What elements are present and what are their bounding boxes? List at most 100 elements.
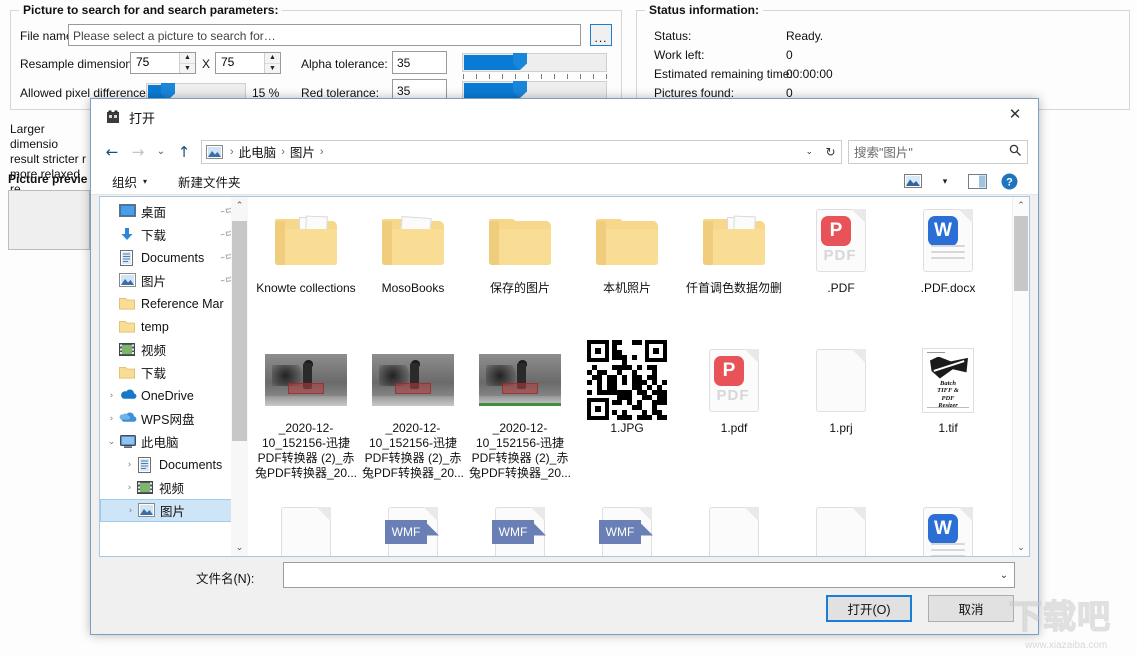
- file-list-scrollbar[interactable]: ⌃ ⌄: [1012, 197, 1029, 556]
- spin-down-icon[interactable]: ▼: [180, 64, 195, 74]
- scroll-down-icon[interactable]: ⌄: [1013, 539, 1029, 556]
- desktop-icon: [119, 204, 137, 220]
- sidebar-item-label: 桌面: [141, 202, 166, 221]
- file-thumbnail: WMF: [573, 497, 681, 556]
- word-file-icon: W: [923, 209, 973, 272]
- file-name-input[interactable]: Please select a picture to search for…: [68, 24, 581, 46]
- forward-button[interactable]: →: [125, 139, 151, 165]
- file-grid-item[interactable]: 1.JPG: [573, 339, 681, 436]
- file-grid-item[interactable]: 本机照片: [573, 199, 681, 296]
- app-icon: [105, 109, 121, 125]
- spin-down-icon[interactable]: ▼: [265, 64, 280, 74]
- sidebar-item[interactable]: 下载: [100, 223, 248, 246]
- breadcrumb-dropdown-icon[interactable]: ⌄: [805, 146, 816, 157]
- cancel-button[interactable]: 取消: [928, 595, 1014, 622]
- sidebar-item[interactable]: › 图片: [100, 499, 248, 522]
- search-icon[interactable]: [1009, 144, 1022, 160]
- file-grid-item[interactable]: _2020-12-10_152156-迅捷PDF转换器 (2)_赤兔PDF转换器…: [466, 339, 574, 481]
- sidebar-item[interactable]: ›视频: [100, 476, 248, 499]
- up-button[interactable]: ↑: [171, 139, 197, 165]
- file-grid-item[interactable]: WMF: [573, 497, 681, 556]
- scroll-up-icon[interactable]: ⌃: [1013, 197, 1029, 214]
- blank-file-icon: [816, 507, 866, 557]
- file-name-label: .PDF: [787, 281, 895, 296]
- breadcrumb-separator[interactable]: ›: [315, 146, 329, 158]
- file-name-label: _2020-12-10_152156-迅捷PDF转换器 (2)_赤兔PDF转换器…: [359, 421, 467, 481]
- search-input[interactable]: 搜索"图片": [848, 140, 1028, 164]
- file-grid-item[interactable]: 仟首调色数据勿删: [680, 199, 788, 296]
- file-grid-item[interactable]: BatchTIFF &PDFResizer1.tif: [894, 339, 1002, 436]
- file-grid-item[interactable]: [252, 497, 360, 556]
- refresh-button[interactable]: ↻: [820, 140, 842, 164]
- sidebar-item[interactable]: 视频: [100, 338, 248, 361]
- chevron-right-icon[interactable]: ›: [104, 391, 119, 401]
- resample-height-arrows[interactable]: ▲▼: [264, 53, 280, 73]
- chevron-right-icon[interactable]: ›: [122, 460, 137, 470]
- alpha-tolerance-input[interactable]: 35: [392, 51, 447, 74]
- file-grid-item[interactable]: PPDF1.pdf: [680, 339, 788, 436]
- sidebar-item[interactable]: ›OneDrive: [100, 384, 248, 407]
- breadcrumb-item-pictures[interactable]: 图片: [290, 142, 315, 161]
- breadcrumb-item-thispc[interactable]: 此电脑: [239, 142, 277, 161]
- chevron-down-icon[interactable]: ⌄: [994, 570, 1014, 581]
- chevron-right-icon[interactable]: ›: [122, 483, 137, 493]
- file-grid-item[interactable]: PPDF.PDF: [787, 199, 895, 296]
- close-icon[interactable]: ✕: [992, 99, 1038, 129]
- preview-pane-icon[interactable]: [962, 170, 992, 192]
- resample-width-arrows[interactable]: ▲▼: [179, 53, 195, 73]
- file-grid-item[interactable]: W.PDF.docx: [894, 199, 1002, 296]
- chevron-down-icon[interactable]: ⌄: [104, 437, 119, 447]
- file-grid-item[interactable]: W: [894, 497, 1002, 556]
- spin-up-icon[interactable]: ▲: [265, 53, 280, 64]
- file-grid-item[interactable]: 保存的图片: [466, 199, 574, 296]
- page-fold: [958, 209, 973, 224]
- sidebar-item[interactable]: Documents: [100, 246, 248, 269]
- recent-locations-button[interactable]: ⌄: [151, 139, 171, 165]
- new-folder-button[interactable]: 新建文件夹: [156, 172, 250, 191]
- file-grid-item[interactable]: WMF: [466, 497, 574, 556]
- scroll-down-icon[interactable]: ⌄: [231, 539, 248, 556]
- file-grid-item[interactable]: _2020-12-10_152156-迅捷PDF转换器 (2)_赤兔PDF转换器…: [252, 339, 360, 481]
- scroll-up-icon[interactable]: ⌃: [231, 197, 248, 214]
- sidebar-item[interactable]: ⌄此电脑: [100, 430, 248, 453]
- sidebar-item[interactable]: ›WPS网盘: [100, 407, 248, 430]
- file-list-pane[interactable]: Knowte collectionsMosoBooks保存的图片本机照片仟首调色…: [248, 197, 1029, 556]
- resample-width-stepper[interactable]: 75 ▲▼: [130, 52, 196, 74]
- view-mode-chevron-down-icon[interactable]: ▾: [930, 170, 960, 192]
- file-name-footer-input[interactable]: ⌄: [283, 562, 1015, 588]
- file-grid-item[interactable]: Knowte collections: [252, 199, 360, 296]
- sidebar-item[interactable]: 下载: [100, 361, 248, 384]
- sidebar-scrollbar-thumb[interactable]: [232, 221, 247, 441]
- back-button[interactable]: ←: [99, 139, 125, 165]
- organize-button[interactable]: 组织 ▾: [103, 172, 156, 191]
- sidebar-item[interactable]: temp: [100, 315, 248, 338]
- spin-up-icon[interactable]: ▲: [180, 53, 195, 64]
- sidebar-item[interactable]: Reference Mar: [100, 292, 248, 315]
- sidebar-item-label: 图片: [160, 501, 185, 520]
- file-grid-item[interactable]: 1.prj: [787, 339, 895, 436]
- alpha-slider-ticks: [463, 74, 607, 79]
- resample-height-stepper[interactable]: 75 ▲▼: [215, 52, 281, 74]
- browse-button[interactable]: ...: [590, 24, 612, 46]
- sidebar-item[interactable]: 桌面: [100, 200, 248, 223]
- chevron-right-icon[interactable]: ›: [104, 414, 119, 424]
- file-list-scrollbar-thumb[interactable]: [1014, 216, 1028, 291]
- sidebar-item[interactable]: 图片: [100, 269, 248, 292]
- open-button[interactable]: 打开(O): [826, 595, 912, 622]
- folder-icon: [382, 215, 444, 265]
- file-grid-item[interactable]: [680, 497, 788, 556]
- alpha-tolerance-slider[interactable]: [462, 53, 607, 72]
- sidebar-scrollbar[interactable]: ⌃ ⌄: [231, 197, 248, 556]
- breadcrumb[interactable]: › 此电脑 › 图片 › ⌄: [201, 140, 821, 164]
- breadcrumb-separator[interactable]: ›: [276, 146, 290, 158]
- file-grid-item[interactable]: [787, 497, 895, 556]
- view-mode-icon[interactable]: [898, 170, 928, 192]
- file-grid-item[interactable]: MosoBooks: [359, 199, 467, 296]
- chevron-right-icon[interactable]: ›: [123, 506, 138, 516]
- sidebar-item[interactable]: ›Documents: [100, 453, 248, 476]
- file-grid-item[interactable]: _2020-12-10_152156-迅捷PDF转换器 (2)_赤兔PDF转换器…: [359, 339, 467, 481]
- folder-icon: [703, 215, 765, 265]
- help-icon[interactable]: ?: [994, 170, 1024, 192]
- file-grid-item[interactable]: WMF: [359, 497, 467, 556]
- dialog-navigation-bar: ← → ⌄ ↑ › 此电脑 › 图片 › ⌄ ↻: [91, 135, 1038, 168]
